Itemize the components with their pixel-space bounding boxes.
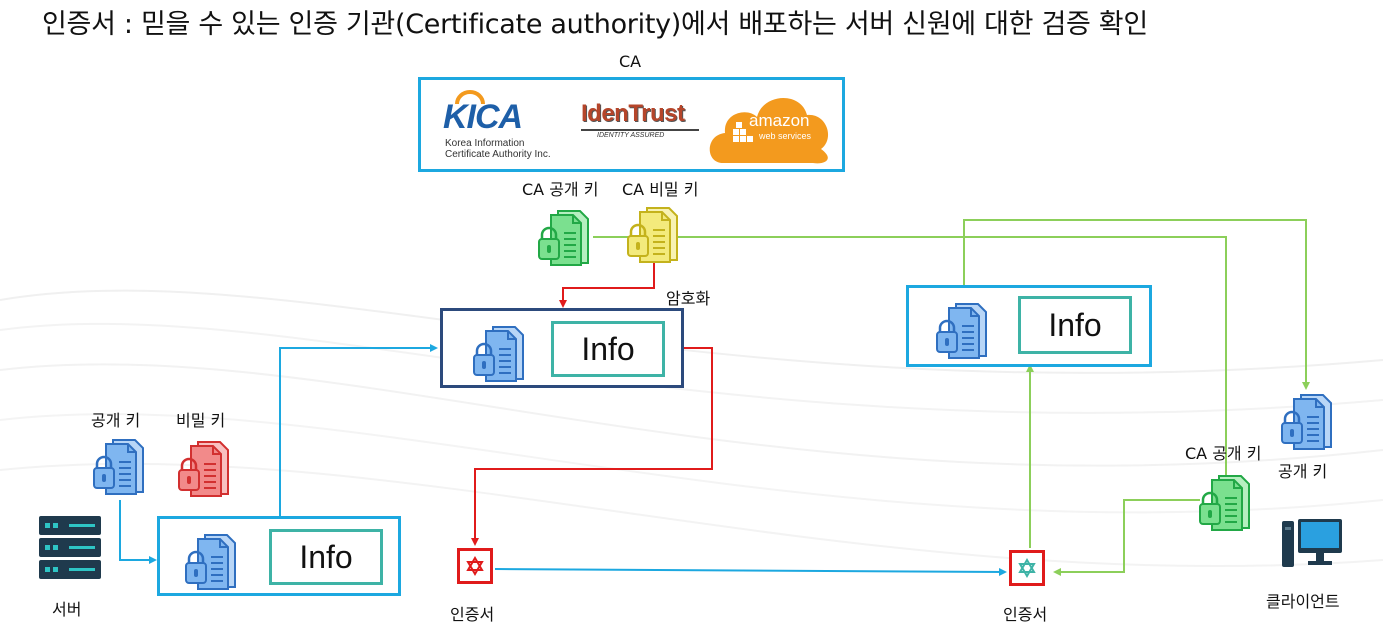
server-info-label: Info [269,529,383,585]
certificate-left-icon [457,548,493,584]
server-info-key-doc-icon [185,531,243,595]
signed-info-box: Info [440,308,684,388]
verified-info-label: Info [1018,296,1132,354]
star-icon [1018,558,1036,578]
signed-info-label: Info [551,321,665,377]
server-private-key-doc-icon [178,438,236,502]
certificate-right-label: 인증서 [1003,605,1048,624]
verified-info-box: Info [906,285,1152,367]
ca-private-key-doc-icon [627,204,685,268]
verify-arrow [1053,499,1200,576]
verified-key-doc-icon [936,300,994,364]
cert-transfer-arrow [494,567,1007,576]
signed-key-doc-icon [473,323,531,387]
computer-icon [1282,519,1342,569]
server-info-box: Info [157,516,401,596]
client-public-key-label: 공개 키 [1278,462,1328,481]
server-public-key-label: 공개 키 [91,411,141,430]
info-to-sign-arrow [279,344,438,516]
client-ca-public-key-label: CA 공개 키 [1185,444,1262,463]
certificate-right-icon [1009,550,1045,586]
client-public-key-doc-icon [1281,391,1339,455]
server-public-key-doc-icon [93,436,151,500]
ca-public-key-doc-icon [538,207,596,271]
pubkey-to-info-arrow [119,500,157,564]
server-private-key-label: 비밀 키 [176,411,226,430]
client-label: 클라이언트 [1266,592,1340,611]
certificate-left-label: 인증서 [450,605,495,624]
server-rack-icon [39,516,101,580]
client-ca-public-key-doc-icon [1199,472,1257,536]
server-label: 서버 [52,600,82,619]
star-icon [466,556,484,576]
